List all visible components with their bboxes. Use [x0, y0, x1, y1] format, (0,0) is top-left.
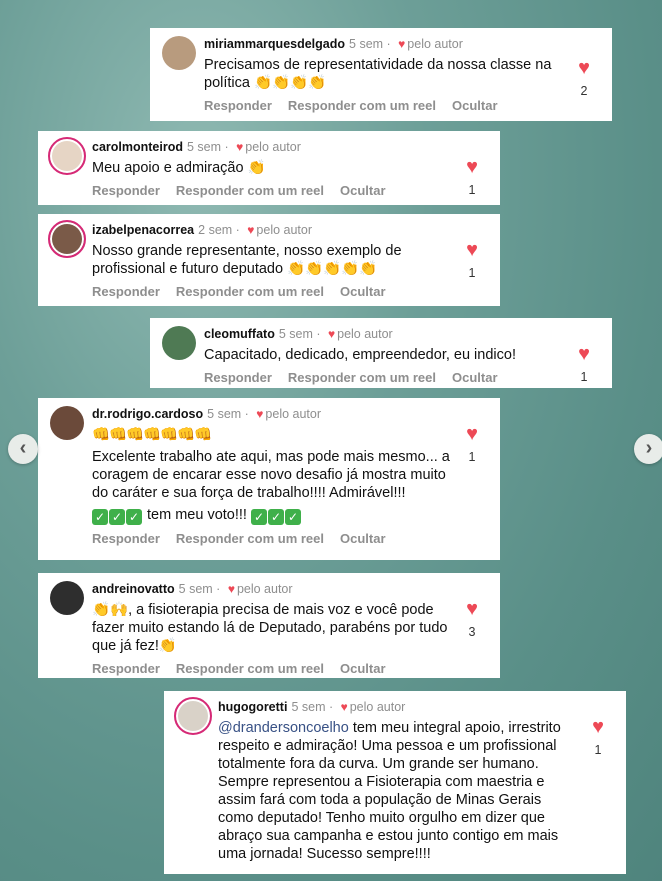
vote-text: tem meu voto!!!	[147, 507, 247, 523]
comment-username[interactable]: cleomuffato	[204, 327, 275, 341]
comment-text: 👏🙌, a fisioterapia precisa de mais voz e…	[92, 602, 448, 654]
like-count: 3	[468, 625, 476, 639]
like-count: 1	[468, 266, 476, 280]
comment-text: Capacitado, dedicado, empreendedor, eu i…	[204, 347, 516, 363]
comment-card: miriammarquesdelgado 5 sem · ♥ pelo autor …	[150, 28, 612, 121]
by-author-label: pelo autor	[349, 700, 406, 714]
by-author-label: pelo autor	[337, 327, 393, 341]
reply-button[interactable]: Responder	[204, 98, 272, 113]
by-author-label: pelo autor	[236, 582, 293, 596]
hide-button[interactable]: Ocultar	[340, 284, 386, 299]
previous-button[interactable]: ‹	[8, 434, 38, 464]
check-icon: ✓	[109, 509, 125, 525]
like-heart-icon[interactable]: ♥	[454, 157, 490, 177]
reply-reel-button[interactable]: Responder com um reel	[176, 661, 324, 676]
like-count: 2	[580, 84, 588, 98]
hide-button[interactable]: Ocultar	[452, 370, 498, 385]
reply-button[interactable]: Responder	[92, 183, 160, 198]
check-icon: ✓	[285, 509, 301, 525]
comment-body: tem meu integral apoio, irrestrito respe…	[218, 720, 561, 862]
chevron-right-icon: ›	[645, 437, 653, 459]
reply-button[interactable]: Responder	[92, 284, 160, 299]
like-heart-icon[interactable]: ♥	[454, 599, 490, 619]
chevron-left-icon: ‹	[19, 437, 27, 459]
like-count: 1	[594, 743, 602, 757]
avatar[interactable]	[50, 581, 84, 615]
heart-icon: ♥	[398, 37, 406, 51]
comment-username[interactable]: carolmonteirod	[92, 140, 183, 154]
avatar[interactable]	[50, 406, 84, 440]
comment-text: Excelente trabalho ate aqui, mas pode ma…	[92, 449, 450, 501]
check-icon: ✓	[126, 509, 142, 525]
avatar[interactable]	[162, 326, 196, 360]
comment-card: hugogoretti 5 sem · ♥ pelo autor @dranders…	[164, 691, 626, 874]
comment-text: Meu apoio e admiração 👏	[92, 160, 266, 176]
heart-icon: ♥	[340, 700, 348, 714]
check-icon: ✓	[268, 509, 284, 525]
like-heart-icon[interactable]: ♥	[566, 344, 602, 364]
comment-emojis: 👊👊👊👊👊👊👊	[92, 427, 212, 443]
avatar[interactable]	[48, 137, 86, 175]
avatar[interactable]	[48, 220, 86, 258]
comment-username[interactable]: hugogoretti	[218, 700, 287, 714]
reply-button[interactable]: Responder	[204, 370, 272, 385]
mention-link[interactable]: @drandersoncoelho	[218, 720, 349, 736]
reply-button[interactable]: Responder	[92, 661, 160, 676]
comment-username[interactable]: dr.rodrigo.cardoso	[92, 407, 203, 421]
comment-card: izabelpenacorrea 2 sem · ♥ pelo autor Noss…	[38, 214, 500, 306]
comment-time: 5 sem	[187, 140, 222, 154]
avatar[interactable]	[162, 36, 196, 70]
comment-card: carolmonteirod 5 sem · ♥ pelo autor Meu ap…	[38, 131, 500, 205]
comment-username[interactable]: andreinovatto	[92, 582, 175, 596]
comment-time: 2 sem	[198, 223, 233, 237]
check-icon: ✓	[92, 509, 108, 525]
heart-icon: ♥	[247, 223, 255, 237]
comment-text: @drandersoncoelho tem meu integral apoio…	[218, 719, 580, 863]
comment-text: Nosso grande representante, nosso exempl…	[92, 243, 402, 277]
comment-time: 5 sem	[291, 700, 326, 714]
reply-button[interactable]: Responder	[92, 531, 160, 546]
reply-reel-button[interactable]: Responder com um reel	[176, 284, 324, 299]
comment-text: Precisamos de representatividade da noss…	[204, 57, 552, 91]
heart-icon: ♥	[236, 140, 244, 154]
like-heart-icon[interactable]: ♥	[454, 240, 490, 260]
like-count: 1	[580, 370, 588, 384]
comment-card: andreinovatto 5 sem · ♥ pelo autor 👏🙌, a f…	[38, 573, 500, 678]
comment-card: dr.rodrigo.cardoso 5 sem · ♥ pelo autor 👊👊…	[38, 398, 500, 560]
comment-time: 5 sem	[178, 582, 213, 596]
reply-reel-button[interactable]: Responder com um reel	[176, 531, 324, 546]
avatar[interactable]	[174, 697, 212, 735]
like-heart-icon[interactable]: ♥	[454, 424, 490, 444]
reply-reel-button[interactable]: Responder com um reel	[288, 98, 436, 113]
comment-time: 5 sem	[278, 327, 313, 341]
hide-button[interactable]: Ocultar	[340, 661, 386, 676]
comment-time: 5 sem	[207, 407, 242, 421]
comment-username[interactable]: izabelpenacorrea	[92, 223, 194, 237]
hide-button[interactable]: Ocultar	[340, 183, 386, 198]
hide-button[interactable]: Ocultar	[340, 531, 386, 546]
reply-reel-button[interactable]: Responder com um reel	[288, 370, 436, 385]
heart-icon: ♥	[227, 582, 235, 596]
by-author-label: pelo autor	[265, 407, 322, 421]
like-count: 1	[468, 183, 476, 197]
vote-line: ✓ ✓ ✓ tem meu voto!!! ✓ ✓ ✓	[92, 506, 454, 525]
next-button[interactable]: ›	[634, 434, 662, 464]
heart-icon: ♥	[328, 327, 336, 341]
heart-icon: ♥	[256, 407, 264, 421]
by-author-label: pelo autor	[256, 223, 313, 237]
like-heart-icon[interactable]: ♥	[566, 58, 602, 78]
reply-reel-button[interactable]: Responder com um reel	[176, 183, 324, 198]
check-icon: ✓	[251, 509, 267, 525]
comment-card: cleomuffato 5 sem · ♥ pelo autor Capacitad…	[150, 318, 612, 388]
like-count: 1	[468, 450, 476, 464]
by-author-label: pelo autor	[245, 140, 301, 154]
like-heart-icon[interactable]: ♥	[580, 717, 616, 737]
by-author-label: pelo autor	[407, 37, 463, 51]
hide-button[interactable]: Ocultar	[452, 98, 498, 113]
comment-username[interactable]: miriammarquesdelgado	[204, 37, 345, 51]
comment-time: 5 sem	[349, 37, 384, 51]
